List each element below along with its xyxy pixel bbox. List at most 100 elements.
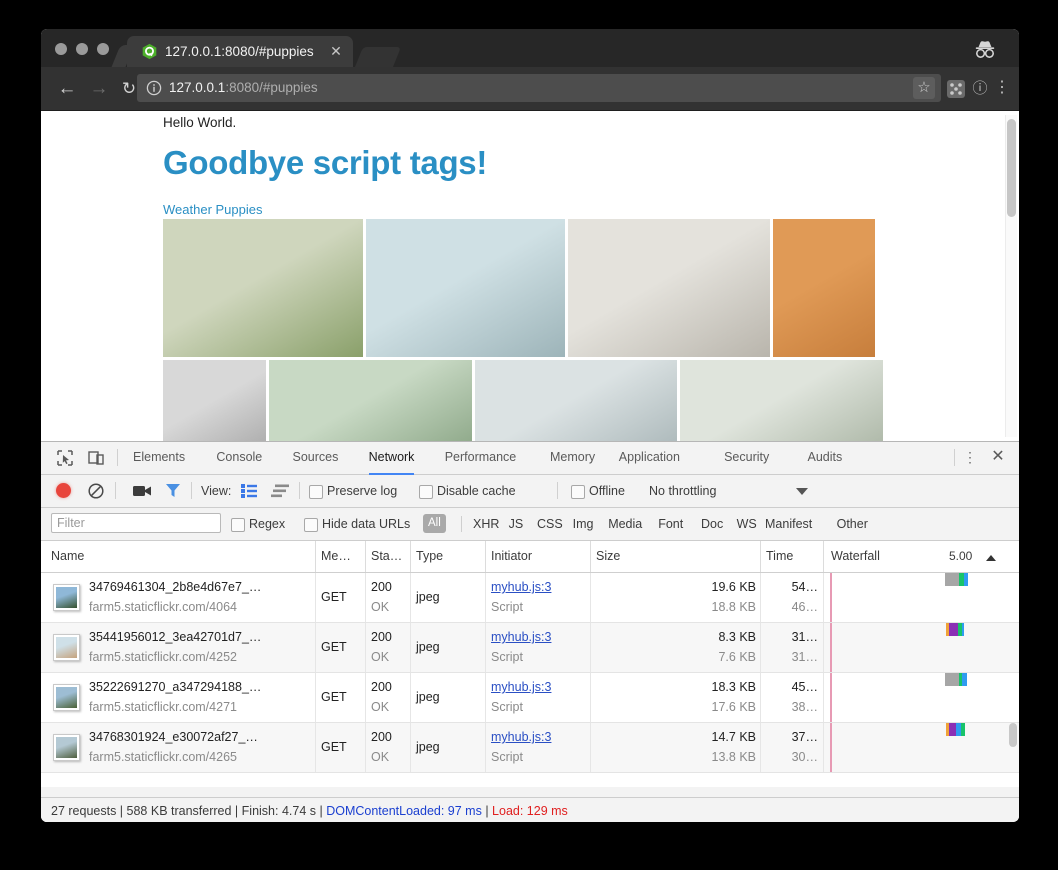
devtools-close-icon[interactable]: ✕ <box>989 448 1007 468</box>
list-view-icon[interactable] <box>241 484 257 498</box>
inspect-element-icon[interactable] <box>56 449 74 467</box>
filter-type-other[interactable]: Other <box>837 508 868 540</box>
column-header-name[interactable]: Name <box>51 541 84 572</box>
request-method: GET <box>321 690 347 704</box>
clear-icon[interactable] <box>88 483 104 499</box>
column-header-time[interactable]: Time <box>766 541 793 572</box>
filter-type-media[interactable]: Media <box>608 508 642 540</box>
close-icon[interactable]: ✕ <box>328 36 344 67</box>
column-divider[interactable] <box>410 541 411 572</box>
filter-type-doc[interactable]: Doc <box>701 508 723 540</box>
window-minimize-button[interactable] <box>76 43 88 55</box>
column-header-waterfall[interactable]: Waterfall <box>831 541 880 572</box>
window-maximize-button[interactable] <box>97 43 109 55</box>
filter-type-img[interactable]: Img <box>573 508 594 540</box>
column-divider[interactable] <box>365 541 366 572</box>
funnel-filter-icon[interactable] <box>165 483 181 498</box>
regex-label[interactable]: Regex <box>249 508 285 540</box>
request-type: jpeg <box>416 740 440 754</box>
column-divider[interactable] <box>823 541 824 572</box>
info-circle-icon[interactable] <box>146 80 162 96</box>
capture-screenshots-icon[interactable] <box>133 484 151 498</box>
bookmark-star-icon[interactable]: ☆ <box>913 77 935 99</box>
column-header-me[interactable]: Me… <box>321 541 351 572</box>
request-initiator[interactable]: myhub.js:3 <box>491 680 551 694</box>
table-row[interactable]: 34768301924_e30072af27_… farm5.staticflic… <box>41 723 1019 773</box>
table-row[interactable]: 35441956012_3ea42701d7_… farm5.staticflic… <box>41 623 1019 673</box>
table-row[interactable]: 34769461304_2b8e4d67e7_… farm5.staticflic… <box>41 573 1019 623</box>
preserve-log-checkbox[interactable] <box>309 485 323 499</box>
back-button[interactable]: ← <box>55 77 79 101</box>
request-initiator[interactable]: myhub.js:3 <box>491 580 551 594</box>
page-scrollbar[interactable] <box>1005 115 1017 437</box>
preserve-log-label[interactable]: Preserve log <box>327 475 397 507</box>
devtools-tab-performance[interactable]: Performance <box>445 442 517 473</box>
record-button[interactable] <box>56 483 71 498</box>
request-initiator[interactable]: myhub.js:3 <box>491 630 551 644</box>
devtools-tab-memory[interactable]: Memory <box>550 442 595 473</box>
request-initiator[interactable]: myhub.js:3 <box>491 730 551 744</box>
devtools-tab-security[interactable]: Security <box>724 442 769 473</box>
cell-divider <box>485 673 486 722</box>
profile-icon[interactable]: ⓘ <box>969 78 991 100</box>
table-scrollbar-thumb[interactable] <box>1009 723 1017 747</box>
column-divider[interactable] <box>485 541 486 572</box>
devtools-tab-elements[interactable]: Elements <box>133 442 185 473</box>
cell-divider <box>823 723 824 772</box>
filter-type-ws[interactable]: WS <box>737 508 757 540</box>
filter-type-js[interactable]: JS <box>509 508 524 540</box>
new-tab-button[interactable] <box>354 47 402 67</box>
cell-divider <box>315 623 316 672</box>
page-scrollbar-thumb[interactable] <box>1007 119 1016 217</box>
filter-type-xhr[interactable]: XHR <box>473 508 499 540</box>
weather-puppies-link[interactable]: Weather Puppies <box>163 202 263 217</box>
devtools-more-icon[interactable]: ⋮ <box>961 448 979 468</box>
disable-cache-checkbox[interactable] <box>419 485 433 499</box>
filter-type-font[interactable]: Font <box>658 508 683 540</box>
column-divider[interactable] <box>760 541 761 572</box>
request-count: 27 requests <box>51 804 117 818</box>
filter-type-manifest[interactable]: Manifest <box>765 508 812 540</box>
network-table-header: Name Me… Sta… Type Initiator Size Time Waterfal… <box>41 541 1019 573</box>
transferred-size: 588 KB transferred <box>126 804 232 818</box>
column-header-size[interactable]: Size <box>596 541 620 572</box>
column-divider[interactable] <box>315 541 316 572</box>
offline-label[interactable]: Offline <box>589 475 625 507</box>
forward-button[interactable]: → <box>87 77 111 101</box>
devtools-tab-audits[interactable]: Audits <box>808 442 843 473</box>
throttling-select[interactable]: No throttling <box>649 475 716 507</box>
column-divider[interactable] <box>590 541 591 572</box>
devtools-tab-network[interactable]: Network <box>368 442 415 475</box>
table-row[interactable]: 35222691270_a347294188_… farm5.staticflic… <box>41 673 1019 723</box>
waterfall-segment <box>949 623 958 636</box>
filter-input[interactable] <box>51 513 221 533</box>
controls-divider-3 <box>299 482 300 499</box>
chevron-down-icon[interactable] <box>796 488 808 495</box>
offline-checkbox[interactable] <box>571 485 585 499</box>
devtools-tab-sources[interactable]: Sources <box>293 442 339 473</box>
column-header-sta[interactable]: Sta… <box>371 541 402 572</box>
hide-data-urls-checkbox[interactable] <box>304 518 318 532</box>
waterfall-cell <box>825 723 1019 772</box>
address-bar[interactable]: 127.0.0.1:8080/#puppies ☆ <box>137 74 941 102</box>
devtools-tab-console[interactable]: Console <box>216 442 262 473</box>
browser-menu-icon[interactable]: ⋮ <box>991 78 1013 100</box>
request-status: 200 <box>371 580 392 594</box>
regex-checkbox[interactable] <box>231 518 245 532</box>
column-header-type[interactable]: Type <box>416 541 443 572</box>
devtools-tab-application[interactable]: Application <box>619 442 680 473</box>
filter-type-all[interactable]: All <box>423 514 446 533</box>
sort-ascending-icon[interactable] <box>986 555 996 561</box>
disable-cache-label[interactable]: Disable cache <box>437 475 516 507</box>
network-table-body[interactable]: 34769461304_2b8e4d67e7_… farm5.staticflic… <box>41 573 1019 787</box>
window-close-button[interactable] <box>55 43 67 55</box>
filter-type-css[interactable]: CSS <box>537 508 563 540</box>
browser-tab-active[interactable]: 127.0.0.1:8080/#puppies ✕ <box>127 36 353 67</box>
load-time: Load: 129 ms <box>492 804 568 818</box>
cell-divider <box>315 573 316 622</box>
toggle-device-toolbar-icon[interactable] <box>87 449 105 467</box>
waterfall-view-icon[interactable] <box>271 484 289 498</box>
extension-grid-icon[interactable] <box>945 78 967 100</box>
hide-data-urls-label[interactable]: Hide data URLs <box>322 508 410 540</box>
column-header-initiator[interactable]: Initiator <box>491 541 532 572</box>
